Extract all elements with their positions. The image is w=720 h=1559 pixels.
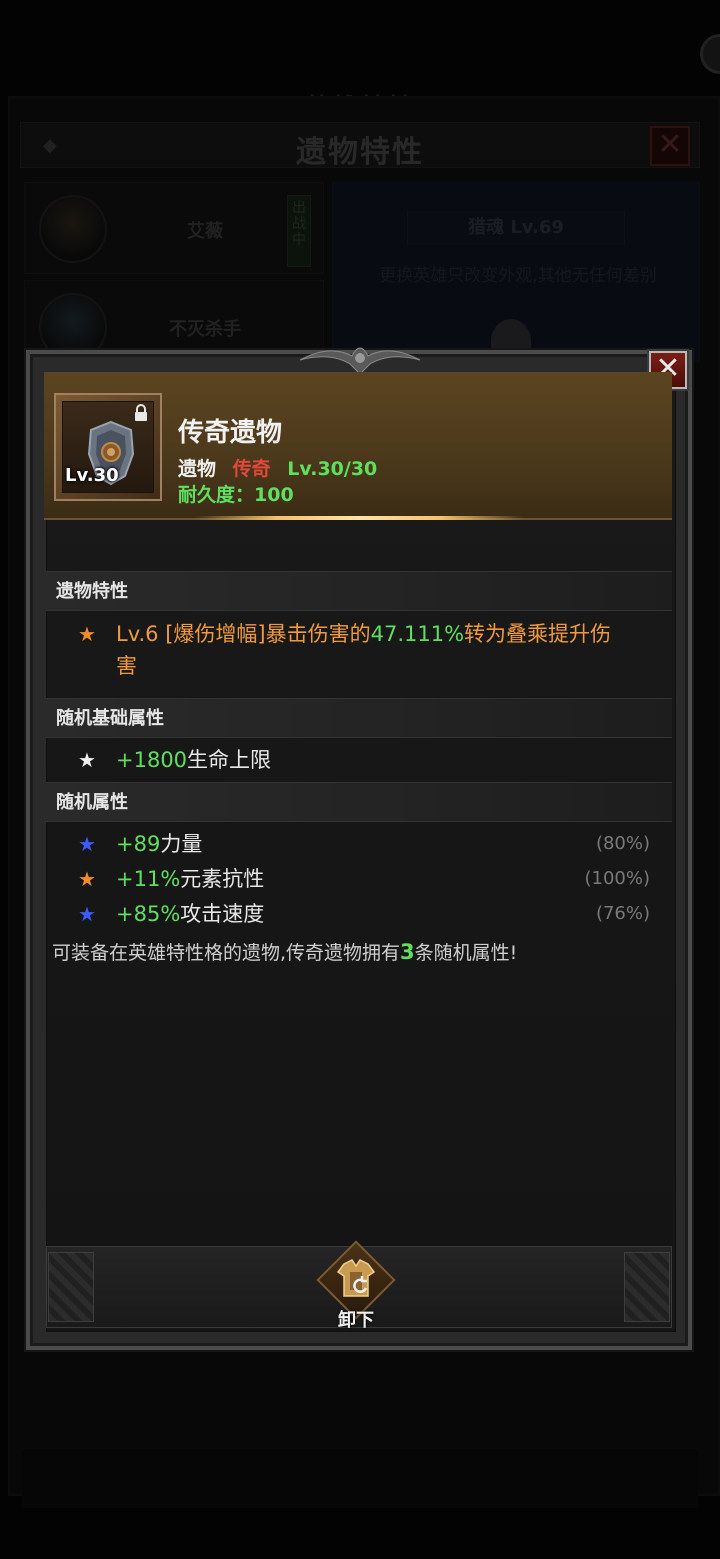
item-durability: 耐久度：100 — [178, 484, 294, 506]
hero-hint: 更换英雄只改变外观,其他无任何差别 — [379, 266, 657, 286]
footer-text: 可装备在英雄特性格的遗物,传奇遗物拥有 — [52, 942, 401, 964]
trait-text-continued: 转为叠乘提升伤 — [464, 622, 612, 646]
trait-level: Lv.6 — [116, 622, 159, 646]
star-icon: ★ — [78, 748, 96, 772]
header-glow — [194, 516, 524, 520]
hero-name: 不灭杀手 — [169, 319, 241, 340]
trait-text-end: 害 — [116, 654, 137, 678]
attribute-value: +85% — [116, 902, 181, 926]
hero-avatar — [39, 195, 107, 263]
attribute-label: 力量 — [160, 832, 203, 856]
star-icon: ★ — [78, 622, 96, 646]
background-hero-list: 艾薇 出战中 不灭杀手 — [24, 182, 324, 378]
item-type: 遗物 — [178, 458, 217, 480]
attribute-value: +89 — [116, 832, 161, 856]
hero-name: 艾薇 — [187, 221, 223, 242]
random-attribute-row: ★ +89力量 — [78, 828, 202, 860]
item-footer-note: 可装备在英雄特性格的遗物,传奇遗物拥有3条随机属性! — [52, 938, 672, 965]
star-icon: ★ — [78, 902, 96, 926]
random-attribute-row: ★ +11%元素抗性 — [78, 863, 264, 895]
unequip-button[interactable]: 卸下 — [316, 1240, 396, 1331]
attribute-label: 元素抗性 — [180, 867, 265, 891]
hero-status-badge: 出战中 — [287, 195, 311, 267]
section-title-trait: 遗物特性 — [46, 571, 672, 611]
item-meta: 遗物 传奇 Lv.30/30 — [178, 454, 377, 481]
attribute-roll-percent: (76%) — [595, 903, 650, 924]
item-name: 传奇遗物 — [178, 418, 283, 448]
action-bar-right-ornament — [624, 1252, 670, 1322]
background-titlebar: ◆ 遗物特性 — [20, 122, 700, 170]
section-title-random: 随机属性 — [46, 782, 672, 822]
attribute-value: +1800 — [116, 748, 188, 772]
item-level: Lv.30/30 — [287, 458, 378, 480]
corner-gear-icon[interactable] — [700, 34, 720, 74]
screen: 英雄特性 ✕ ◆ 遗物特性 ✕ 艾薇 出战中 不灭杀手 猎魂 Lv.69 更换英… — [0, 0, 720, 1559]
star-icon: ★ — [78, 867, 96, 891]
item-slot[interactable]: Lv.30 — [54, 393, 162, 501]
base-attribute-row: ★ +1800生命上限 — [78, 744, 271, 776]
trait-description: ★ Lv.6 [爆伤增幅]暴击伤害的47.111%转为叠乘提升伤 害 — [78, 618, 668, 682]
attribute-label: 生命上限 — [187, 748, 272, 772]
star-icon: ★ — [78, 832, 96, 856]
background-hero-item[interactable]: 艾薇 出战中 — [24, 182, 324, 274]
hero-level: 猎魂 Lv.69 — [407, 211, 625, 245]
attribute-label: 攻击速度 — [180, 902, 265, 926]
item-slot-inner: Lv.30 — [62, 401, 154, 493]
footer-count: 3 — [400, 940, 415, 964]
item-slot-level: Lv.30 — [65, 465, 119, 486]
trait-value: 47.111% — [370, 622, 465, 646]
attribute-roll-percent: (100%) — [584, 868, 650, 889]
attribute-value: +11% — [116, 867, 181, 891]
background-window-title: 遗物特性 — [296, 135, 424, 170]
attribute-roll-percent: (80%) — [595, 833, 650, 854]
random-attribute-row: ★ +85%攻击速度 — [78, 898, 264, 930]
background-close-button[interactable]: ✕ — [650, 126, 690, 166]
unequip-label: 卸下 — [338, 1310, 374, 1331]
background-hero-preview: 猎魂 Lv.69 更换英雄只改变外观,其他无任何差别 — [332, 182, 700, 363]
armor-icon — [336, 1258, 376, 1306]
background-bottom-bar — [22, 1448, 698, 1508]
action-bar-left-ornament — [48, 1252, 94, 1322]
item-rarity: 传奇 — [232, 458, 271, 480]
footer-text-end: 条随机属性! — [414, 942, 518, 964]
lock-icon — [133, 404, 149, 426]
section-title-base: 随机基础属性 — [46, 698, 672, 738]
trait-text: [爆伤增幅]暴击伤害的 — [158, 622, 371, 646]
